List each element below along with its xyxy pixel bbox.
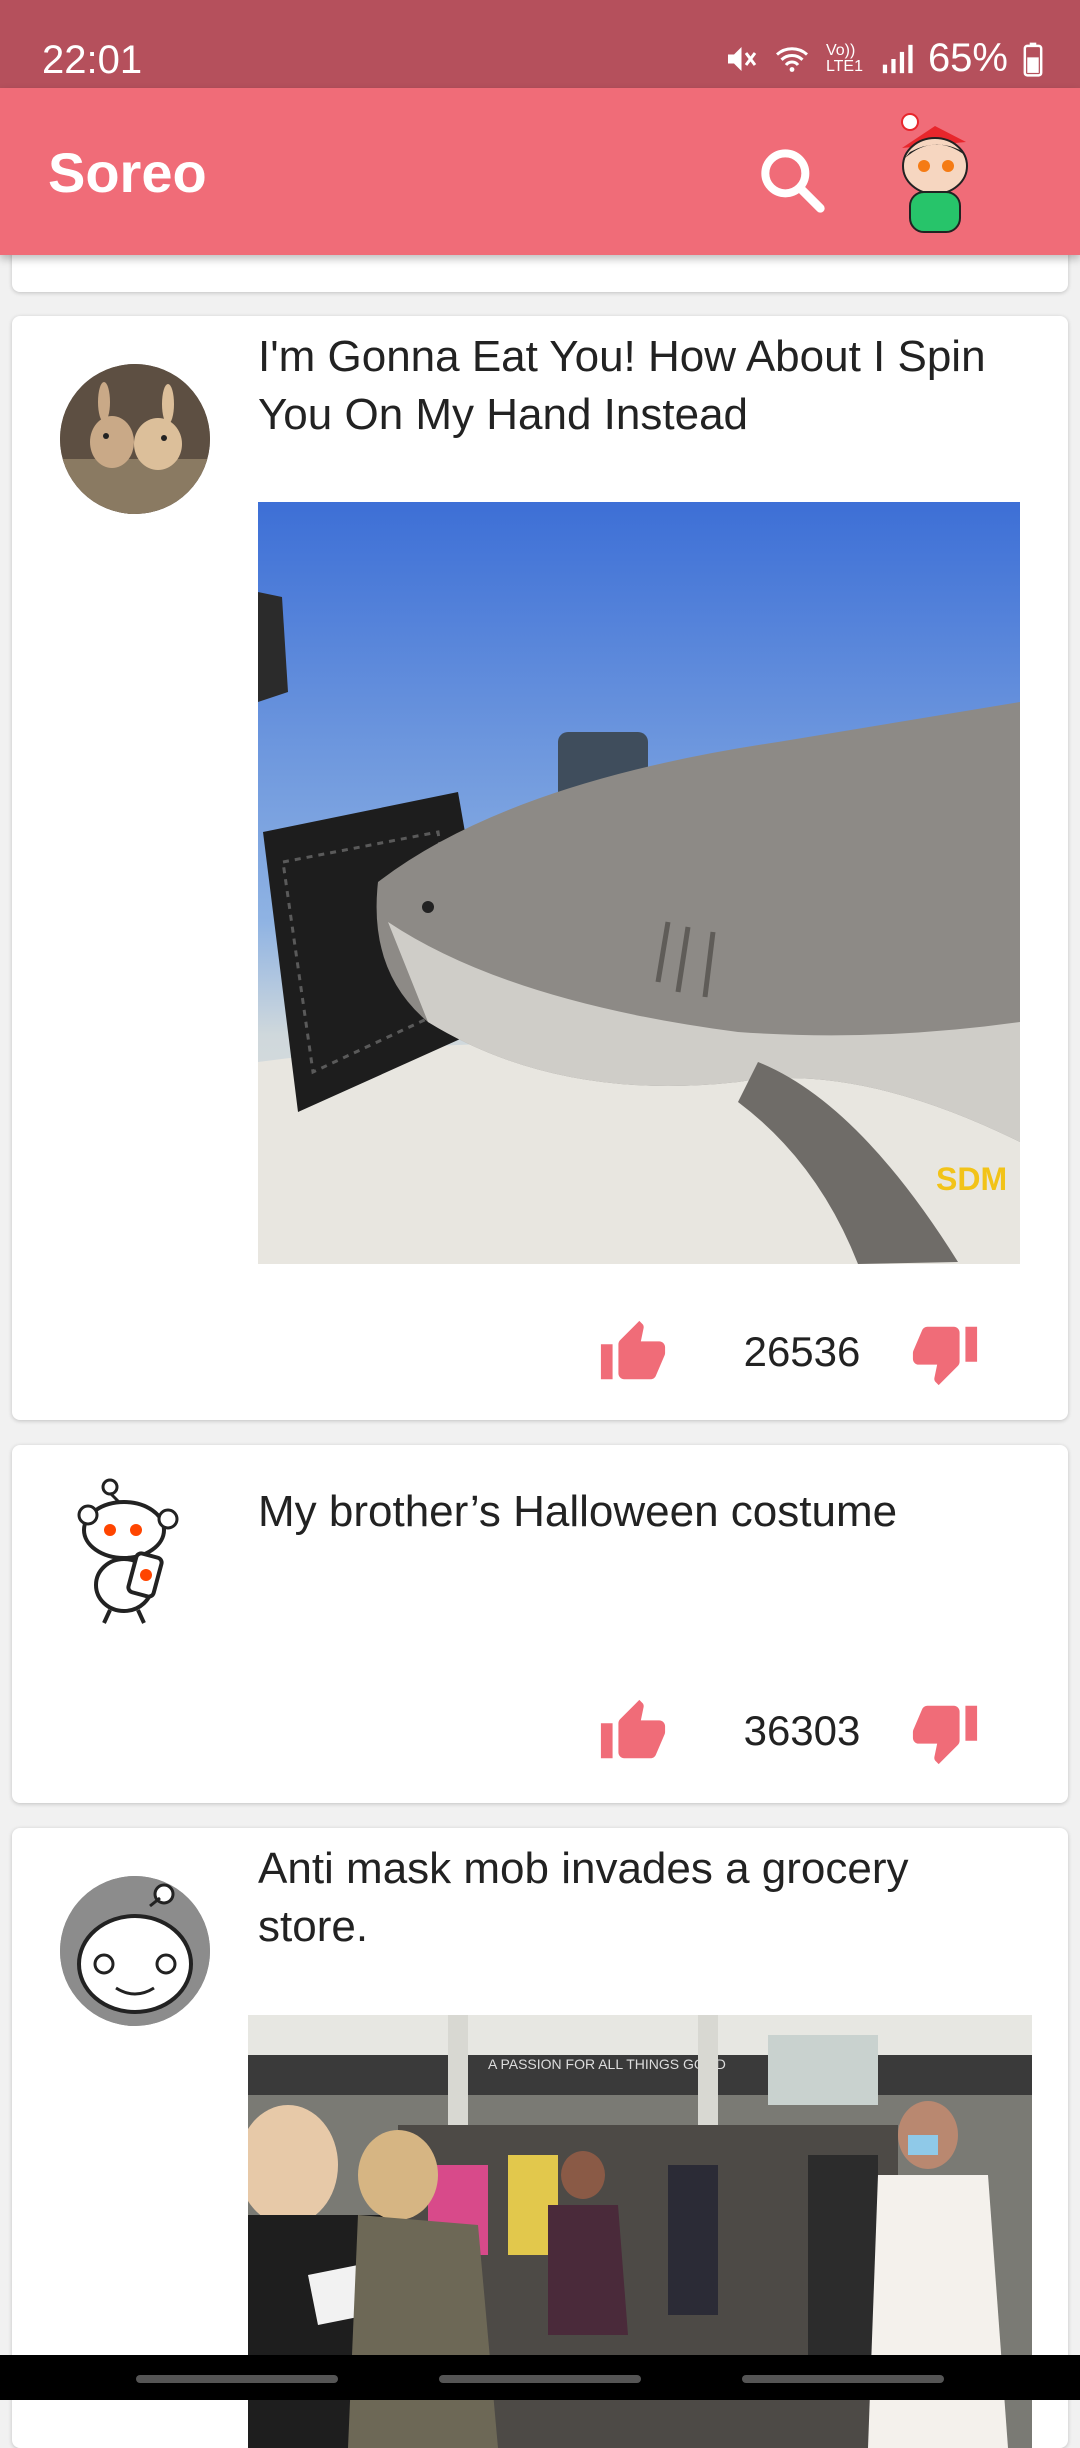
nav-back-button[interactable] bbox=[742, 2375, 944, 2383]
post-avatar bbox=[60, 1876, 210, 2026]
thumb-up-icon bbox=[600, 1320, 666, 1380]
thumb-down-icon bbox=[912, 1326, 978, 1386]
upvote-button[interactable] bbox=[596, 1697, 670, 1767]
app-bar: Soreo bbox=[0, 88, 1080, 255]
search-button[interactable] bbox=[752, 140, 832, 220]
status-icons: Vo)) LTE1 65% bbox=[722, 36, 1044, 81]
app-title: Soreo bbox=[48, 141, 207, 204]
vote-row: 26536 bbox=[12, 1318, 1068, 1388]
wifi-icon bbox=[775, 46, 808, 72]
battery-icon bbox=[1023, 42, 1043, 77]
post-card[interactable]: I'm Gonna Eat You! How About I Spin You … bbox=[12, 316, 1068, 1420]
downvote-button[interactable] bbox=[908, 1318, 982, 1388]
search-icon bbox=[761, 149, 825, 213]
post-avatar bbox=[60, 1475, 210, 1625]
status-time: 22:01 bbox=[42, 38, 143, 82]
store-banner-text: A PASSION FOR ALL THINGS GOOD bbox=[488, 2056, 726, 2072]
post-title[interactable]: I'm Gonna Eat You! How About I Spin You … bbox=[258, 328, 1018, 444]
thumb-down-icon bbox=[912, 1705, 978, 1765]
snoo-holding-phone-icon bbox=[77, 1478, 179, 1624]
thumb-up-icon bbox=[600, 1699, 666, 1759]
shark-thumbnail-image: SDM bbox=[258, 502, 1020, 1264]
mute-icon bbox=[727, 46, 757, 71]
post-card[interactable]: My brother’s Halloween costume 36303 bbox=[12, 1445, 1068, 1803]
bunnies-avatar-image bbox=[60, 364, 210, 514]
system-navigation-bar bbox=[0, 2355, 1080, 2400]
video-watermark: SDM bbox=[936, 1161, 1007, 1197]
default-snoo-avatar-icon bbox=[60, 1876, 210, 2026]
vote-score: 36303 bbox=[743, 1707, 861, 1754]
nav-home-button[interactable] bbox=[439, 2375, 641, 2383]
post-avatar bbox=[60, 364, 210, 514]
downvote-button[interactable] bbox=[908, 1697, 982, 1767]
battery-percentage: 65% bbox=[927, 36, 1008, 80]
post-title[interactable]: Anti mask mob invades a grocery store. bbox=[258, 1840, 1018, 1956]
nav-recents-button[interactable] bbox=[136, 2375, 338, 2383]
vote-row: 36303 bbox=[12, 1697, 1068, 1767]
post-title[interactable]: My brother’s Halloween costume bbox=[258, 1483, 1018, 1541]
post-media-video[interactable]: SDM bbox=[258, 502, 1020, 1264]
profile-avatar-button[interactable] bbox=[880, 108, 990, 238]
reddit-avatar-icon bbox=[901, 113, 968, 233]
signal-icon bbox=[882, 44, 913, 73]
network-label: Vo)) LTE1 bbox=[825, 41, 863, 75]
vote-score: 26536 bbox=[743, 1328, 861, 1375]
status-bar: 22:01 Vo)) LTE1 65% bbox=[0, 0, 1080, 88]
upvote-button[interactable] bbox=[596, 1318, 670, 1388]
